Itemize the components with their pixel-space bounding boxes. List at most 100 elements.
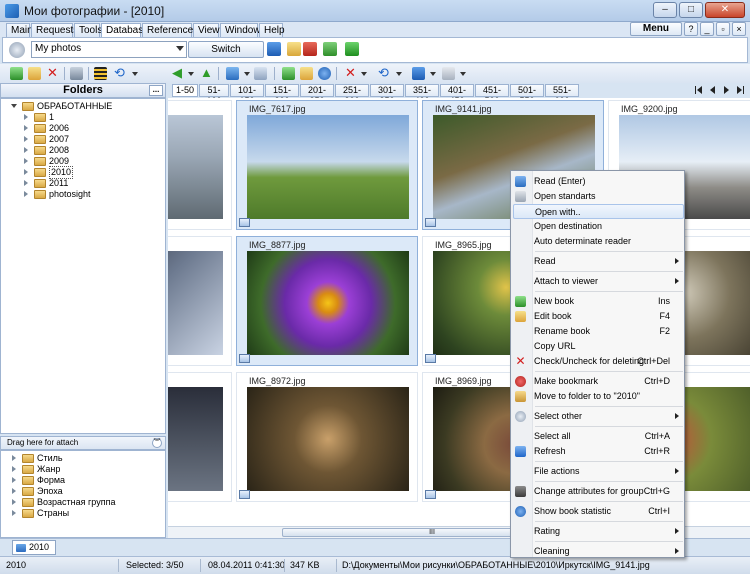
- refresh-icon[interactable]: ⟲: [378, 66, 391, 80]
- prev-page-icon[interactable]: [707, 85, 718, 96]
- chevron-down-icon[interactable]: [244, 72, 250, 76]
- expand-arrow-icon[interactable]: [23, 136, 30, 143]
- page-tab-551-600[interactable]: 551-600: [545, 84, 579, 106]
- expand-arrow-icon[interactable]: [11, 103, 18, 110]
- menu-item-read[interactable]: Read: [513, 254, 684, 269]
- menu-item-check-uncheck-for-deleting[interactable]: ✕ Check/Uncheck for deleting Ctrl+Del: [513, 354, 684, 369]
- menu-item-file-actions[interactable]: File actions: [513, 464, 684, 479]
- thumbnail-cell[interactable]: [168, 236, 232, 366]
- page-tab-151-200[interactable]: 151-200: [265, 84, 299, 106]
- menu-tab-main[interactable]: Main: [6, 23, 33, 37]
- collapse-chevron-icon[interactable]: ︾: [152, 438, 162, 448]
- menu-item-select-other[interactable]: Select other: [513, 409, 684, 424]
- expand-arrow-icon[interactable]: [23, 114, 30, 121]
- menu-item-auto-determinate-reader[interactable]: Auto determinate reader: [513, 234, 684, 249]
- chevron-down-icon[interactable]: [188, 72, 194, 76]
- doc-minimize-button[interactable]: _: [700, 22, 714, 36]
- expand-arrow-icon[interactable]: [11, 455, 18, 462]
- page-tab-251-300[interactable]: 251-300: [335, 84, 369, 106]
- menu-item-new-book[interactable]: New book Ins: [513, 294, 684, 309]
- exit-icon[interactable]: [345, 42, 359, 56]
- menu-item-open-destination[interactable]: Open destination: [513, 219, 684, 234]
- menu-item-open-with[interactable]: Open with..: [513, 204, 684, 219]
- menu-item-attach-to-viewer[interactable]: Attach to viewer: [513, 274, 684, 289]
- books-icon[interactable]: [303, 42, 317, 56]
- minimize-button[interactable]: –: [653, 2, 677, 18]
- monitor-icon[interactable]: [267, 42, 281, 56]
- tree-item-folder[interactable]: 1: [23, 112, 54, 123]
- display-icon[interactable]: [412, 67, 425, 80]
- page-tab-301-350[interactable]: 301-350: [370, 84, 404, 106]
- next-page-icon[interactable]: [721, 85, 732, 96]
- select-checkbox[interactable]: [239, 354, 250, 363]
- window-icon[interactable]: [254, 67, 267, 80]
- attach-item[interactable]: Эпоха: [11, 486, 63, 497]
- page-tab-51-100[interactable]: 51-100: [199, 84, 229, 106]
- expand-arrow-icon[interactable]: [11, 488, 18, 495]
- menu-tab-tools[interactable]: Tools: [74, 23, 102, 37]
- chevron-down-icon[interactable]: [132, 72, 138, 76]
- chevron-down-icon[interactable]: [460, 72, 466, 76]
- expand-arrow-icon[interactable]: [11, 510, 18, 517]
- thumbnail-cell[interactable]: [168, 100, 232, 230]
- page-tab-451-500[interactable]: 451-500: [475, 84, 509, 106]
- add-book-icon[interactable]: [282, 67, 295, 80]
- chevron-down-icon[interactable]: [430, 72, 436, 76]
- expand-arrow-icon[interactable]: [11, 466, 18, 473]
- menu-tab-requests[interactable]: Requests: [31, 23, 78, 37]
- menu-item-move-to-folder-to-to-2010[interactable]: Move to folder to to "2010": [513, 389, 684, 404]
- menu-item-cleaning[interactable]: Cleaning: [513, 544, 684, 559]
- menu-item-read-enter[interactable]: Read (Enter): [513, 174, 684, 189]
- thumbnail-cell[interactable]: IMG_8877.jpg: [236, 236, 418, 366]
- page-tab-1-50[interactable]: 1-50: [172, 84, 198, 97]
- page-tab-201-250[interactable]: 201-250: [300, 84, 334, 106]
- switch-button[interactable]: Switch: [188, 41, 264, 58]
- thumbnail-cell[interactable]: IMG_8972.jpg: [236, 372, 418, 502]
- chevron-down-icon[interactable]: [396, 72, 402, 76]
- tree-item-folder[interactable]: photosight: [23, 189, 91, 200]
- expand-arrow-icon[interactable]: [11, 477, 18, 484]
- menu-item-change-attributes-for-group[interactable]: Change attributes for group Ctrl+G: [513, 484, 684, 499]
- menu-button[interactable]: Menu: [629, 22, 682, 36]
- up-arrow-icon[interactable]: ▲: [200, 66, 213, 80]
- barcode-icon[interactable]: [94, 67, 107, 80]
- folder-tools-icon[interactable]: [287, 42, 301, 56]
- help-icon[interactable]: ?: [684, 22, 698, 36]
- attach-item[interactable]: Жанр: [11, 464, 60, 475]
- menu-tab-database[interactable]: Database: [101, 23, 149, 38]
- menu-tab-help[interactable]: Help: [259, 23, 285, 37]
- doc-close-button[interactable]: ×: [732, 22, 746, 36]
- select-checkbox[interactable]: [239, 218, 250, 227]
- database-select[interactable]: My photos: [31, 41, 187, 58]
- expand-arrow-icon[interactable]: [23, 158, 30, 165]
- menu-tab-windows[interactable]: Windows: [220, 23, 266, 37]
- attach-item[interactable]: Стиль: [11, 453, 63, 464]
- tree-item-folder[interactable]: 2010: [23, 166, 74, 179]
- menu-tab-view[interactable]: View: [193, 23, 220, 37]
- plant-icon[interactable]: [323, 42, 337, 56]
- select-checkbox[interactable]: [239, 490, 250, 499]
- thumbnail-cell[interactable]: [168, 372, 232, 502]
- menu-item-select-all[interactable]: Select all Ctrl+A: [513, 429, 684, 444]
- menu-item-rename-book[interactable]: Rename book F2: [513, 324, 684, 339]
- expand-arrow-icon[interactable]: [23, 191, 30, 198]
- delete-icon[interactable]: ✕: [46, 66, 59, 80]
- delete-icon[interactable]: ✕: [344, 66, 357, 80]
- view-mode-icon[interactable]: [226, 67, 239, 80]
- tree-item-folder[interactable]: 2007: [23, 134, 69, 145]
- tree-item-folder[interactable]: 2008: [23, 145, 69, 156]
- edit-icon[interactable]: [28, 67, 41, 80]
- select-checkbox[interactable]: [425, 218, 436, 227]
- menu-item-edit-book[interactable]: Edit book F4: [513, 309, 684, 324]
- select-checkbox[interactable]: [425, 490, 436, 499]
- menu-item-make-bookmark[interactable]: Make bookmark Ctrl+D: [513, 374, 684, 389]
- first-page-icon[interactable]: [693, 85, 704, 96]
- tree-item-folder[interactable]: ОБРАБОТАННЫЕ: [11, 101, 112, 112]
- settings-icon[interactable]: [442, 67, 455, 80]
- attach-item[interactable]: Форма: [11, 475, 65, 486]
- expand-arrow-icon[interactable]: [23, 180, 30, 187]
- menu-item-show-book-statistic[interactable]: Show book statistic Ctrl+I: [513, 504, 684, 519]
- back-arrow-icon[interactable]: ◀: [172, 66, 185, 80]
- attach-item[interactable]: Возрастная группа: [11, 497, 115, 508]
- page-tab-501-550[interactable]: 501-550: [510, 84, 544, 106]
